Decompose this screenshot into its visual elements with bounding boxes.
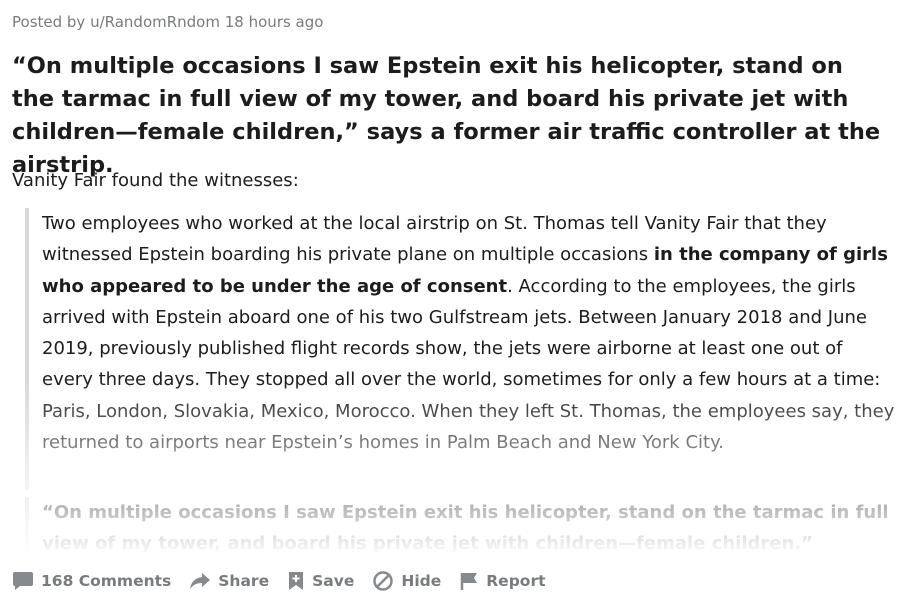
share-label: Share (218, 572, 270, 590)
blockquote-article-excerpt: Two employees who worked at the local ai… (25, 208, 899, 490)
comments-button[interactable]: 168 Comments (12, 571, 171, 591)
share-button[interactable]: Share (189, 571, 269, 591)
save-icon (289, 572, 304, 590)
post-byline: Posted by u/RandomRndom 18 hours ago (12, 13, 324, 31)
hide-icon (373, 571, 394, 591)
comments-count-label: 168 Comments (41, 572, 172, 590)
blockquote-pull-quote: “On multiple occasions I saw Epstein exi… (25, 497, 899, 557)
save-label: Save (312, 572, 355, 590)
post-intro-text: Vanity Fair found the witnesses: (12, 170, 299, 191)
blockquote-paragraph: Two employees who worked at the local ai… (42, 208, 899, 458)
post-title[interactable]: “On multiple occasions I saw Epstein exi… (12, 50, 892, 182)
share-icon (190, 573, 211, 589)
report-label: Report (486, 572, 546, 590)
save-button[interactable]: Save (287, 570, 354, 592)
quote-text-part-2: . According to the employees, the girls … (42, 275, 895, 454)
pull-quote-text: “On multiple occasions I saw Epstein exi… (42, 502, 889, 554)
hide-button[interactable]: Hide (372, 570, 441, 592)
post-action-bar: 168 Comments Share Save Hide Report (12, 566, 564, 596)
report-icon (461, 573, 478, 590)
hide-label: Hide (401, 572, 442, 590)
report-button[interactable]: Report (459, 570, 546, 592)
comment-icon (13, 572, 33, 590)
